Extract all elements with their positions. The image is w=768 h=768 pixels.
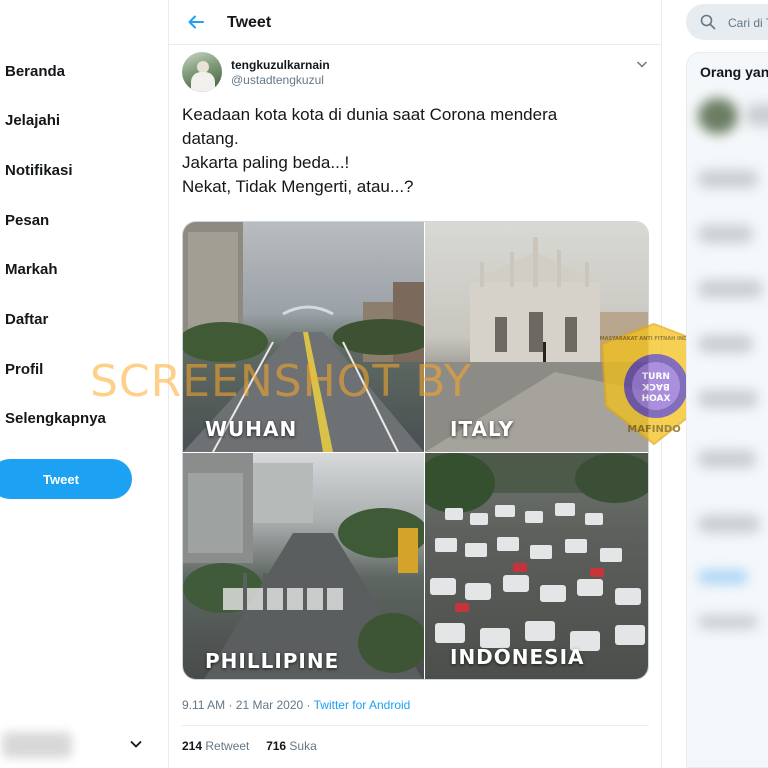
trend-blurred[interactable] <box>698 280 763 298</box>
suggestion-avatar-blurred[interactable] <box>698 98 738 134</box>
nav-item-explore[interactable]: Jelajahi <box>5 112 60 129</box>
nav-item-lists[interactable]: Daftar <box>5 311 48 328</box>
avatar[interactable] <box>182 52 222 92</box>
nav-item-notifications[interactable]: Notifikasi <box>5 162 73 179</box>
tweet-text-line: Nekat, Tidak Mengerti, atau...? <box>182 177 414 196</box>
author-name[interactable]: tengkuzulkarnain <box>231 58 330 72</box>
account-switcher-blurred[interactable] <box>2 732 72 758</box>
page-header: Tweet <box>169 0 661 45</box>
image-label-indonesia: INDONESIA <box>450 645 585 669</box>
nav-item-bookmarks[interactable]: Markah <box>5 261 58 278</box>
retweet-count-link[interactable]: 214 Retweet <box>182 739 249 753</box>
footer-blurred[interactable] <box>698 615 758 629</box>
right-sidebar: Cari di Twitter Orang yang mungkin Anda … <box>686 0 768 768</box>
suggestion-name-blurred[interactable] <box>746 104 768 126</box>
screenshot-watermark: SCREENSHOT BY <box>90 356 472 407</box>
tweet-meta: 9.11 AM · 21 Mar 2020 · Twitter for Andr… <box>182 698 410 712</box>
who-to-follow-card <box>686 52 768 768</box>
who-to-follow-title: Orang yang mungkin Anda kenal <box>700 64 768 80</box>
svg-text:TURN: TURN <box>642 372 670 382</box>
like-label: Suka <box>286 739 317 753</box>
image-label-italy: ITALY <box>450 417 515 441</box>
nav-item-home[interactable]: Beranda <box>5 63 65 80</box>
retweet-label: Retweet <box>202 739 250 753</box>
retweet-count: 214 <box>182 739 203 753</box>
page-title: Tweet <box>227 14 272 31</box>
trend-blurred[interactable] <box>698 335 753 353</box>
tweet-timestamp[interactable]: 9.11 AM · 21 Mar 2020 · <box>182 698 314 712</box>
more-options-chevron-icon[interactable] <box>635 57 649 71</box>
compose-tweet-button[interactable]: Tweet <box>0 459 132 499</box>
nav-item-profile[interactable]: Profil <box>5 361 43 378</box>
tweet-image[interactable]: WUHAN ITALY PHILLIPINE INDONESIA <box>182 221 649 680</box>
svg-text:HOAX: HOAX <box>642 394 671 404</box>
trend-blurred[interactable] <box>698 170 758 188</box>
trend-blurred[interactable] <box>698 390 758 408</box>
search-input[interactable]: Cari di Twitter <box>686 4 768 40</box>
image-label-phillipine: PHILLIPINE <box>205 649 340 673</box>
tweet-source-link[interactable]: Twitter for Android <box>314 698 411 712</box>
image-label-wuhan: WUHAN <box>205 417 298 441</box>
show-more-blurred[interactable] <box>698 570 748 584</box>
image-quadrant-phillipine <box>183 453 424 679</box>
svg-text:MAFINDO: MAFINDO <box>627 424 680 435</box>
svg-text:BACK: BACK <box>641 381 669 391</box>
author-handle[interactable]: @ustadtengkuzul <box>231 73 324 87</box>
search-placeholder: Cari di Twitter <box>728 16 768 30</box>
trend-blurred[interactable] <box>698 225 753 243</box>
chevron-down-icon[interactable] <box>128 736 144 752</box>
trend-blurred[interactable] <box>698 515 760 533</box>
tweet-text-line: datang. <box>182 129 239 148</box>
divider <box>182 725 649 726</box>
search-icon <box>700 14 716 30</box>
tweet-text-line: Jakarta paling beda...! <box>182 153 350 172</box>
like-count: 716 <box>266 739 287 753</box>
nav-item-more[interactable]: Selengkapnya <box>5 410 106 427</box>
tweet-text: Keadaan kota kota di dunia saat Corona m… <box>182 103 622 199</box>
back-arrow-icon[interactable] <box>186 12 206 32</box>
tweet-stats: 214 Retweet 716 Suka <box>182 739 317 753</box>
nav-item-messages[interactable]: Pesan <box>5 212 49 229</box>
tweet-text-line: Keadaan kota kota di dunia saat Corona m… <box>182 105 558 124</box>
like-count-link[interactable]: 716 Suka <box>266 739 317 753</box>
trend-blurred[interactable] <box>698 450 756 468</box>
